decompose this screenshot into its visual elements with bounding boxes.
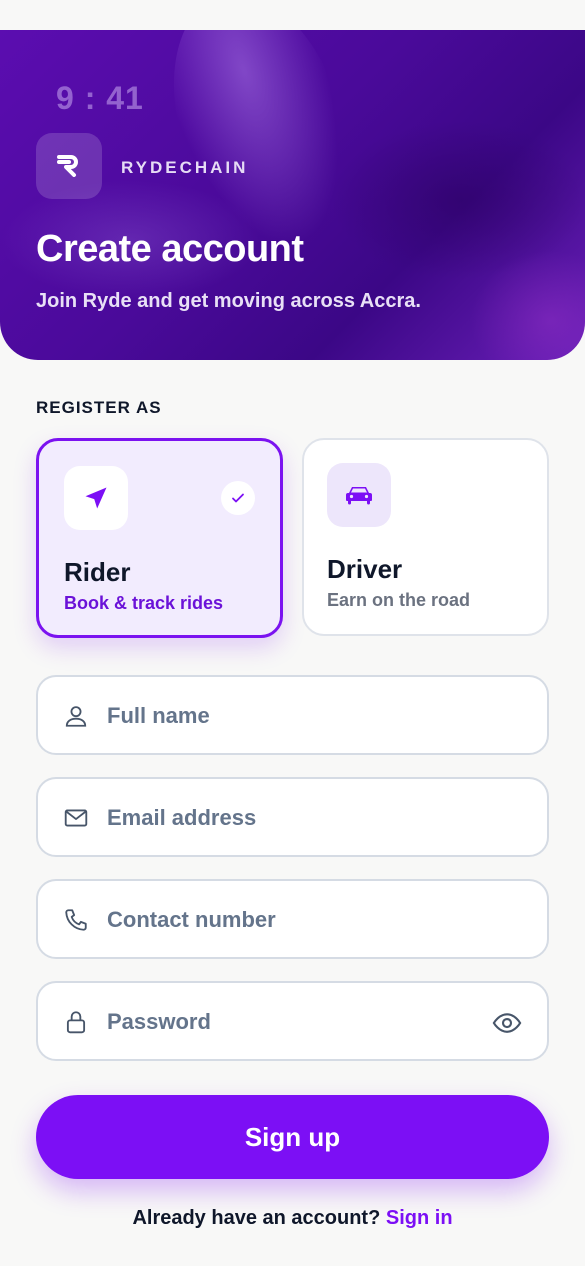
user-icon <box>62 702 90 730</box>
sign-up-button[interactable]: Sign up <box>36 1095 549 1179</box>
contact-input[interactable] <box>107 899 487 941</box>
role-subtitle-driver: Earn on the road <box>327 590 471 610</box>
role-card-driver[interactable]: Driver Earn on the road <box>302 438 549 636</box>
password-field[interactable] <box>36 981 549 1061</box>
brand-name: RYDECHAIN <box>121 158 249 177</box>
page-subtitle: Join Ryde and get moving across Accra. <box>36 290 421 312</box>
navigation-arrow-icon <box>64 466 128 530</box>
email-field[interactable] <box>36 777 549 857</box>
role-card-rider[interactable]: Rider Book & track rides <box>36 438 283 638</box>
register-as-label: REGISTER AS <box>36 398 162 417</box>
sign-in-link[interactable]: Sign in <box>386 1207 453 1229</box>
page-title: Create account <box>36 228 304 270</box>
sign-in-prompt: Already have an account? Sign in <box>0 1207 585 1230</box>
role-title-driver: Driver <box>327 554 403 584</box>
hero-header: 9 : 41 RYDECHAIN Create account Join Ryd… <box>0 30 585 360</box>
full-name-input[interactable] <box>107 695 487 737</box>
role-subtitle-rider: Book & track rides <box>64 593 224 613</box>
mail-icon <box>62 804 90 832</box>
phone-icon <box>62 906 90 934</box>
lock-icon <box>62 1008 90 1036</box>
contact-field[interactable] <box>36 879 549 959</box>
password-input[interactable] <box>107 1001 487 1043</box>
status-time: 9 : 41 <box>56 80 144 116</box>
role-title-rider: Rider <box>64 557 131 587</box>
full-name-field[interactable] <box>36 675 549 755</box>
eye-icon[interactable] <box>491 1007 523 1039</box>
email-input[interactable] <box>107 797 487 839</box>
car-icon <box>327 463 391 527</box>
ryde-logo-icon <box>36 133 102 199</box>
sign-in-prompt-text: Already have an account? <box>132 1207 381 1229</box>
check-icon <box>221 481 255 515</box>
